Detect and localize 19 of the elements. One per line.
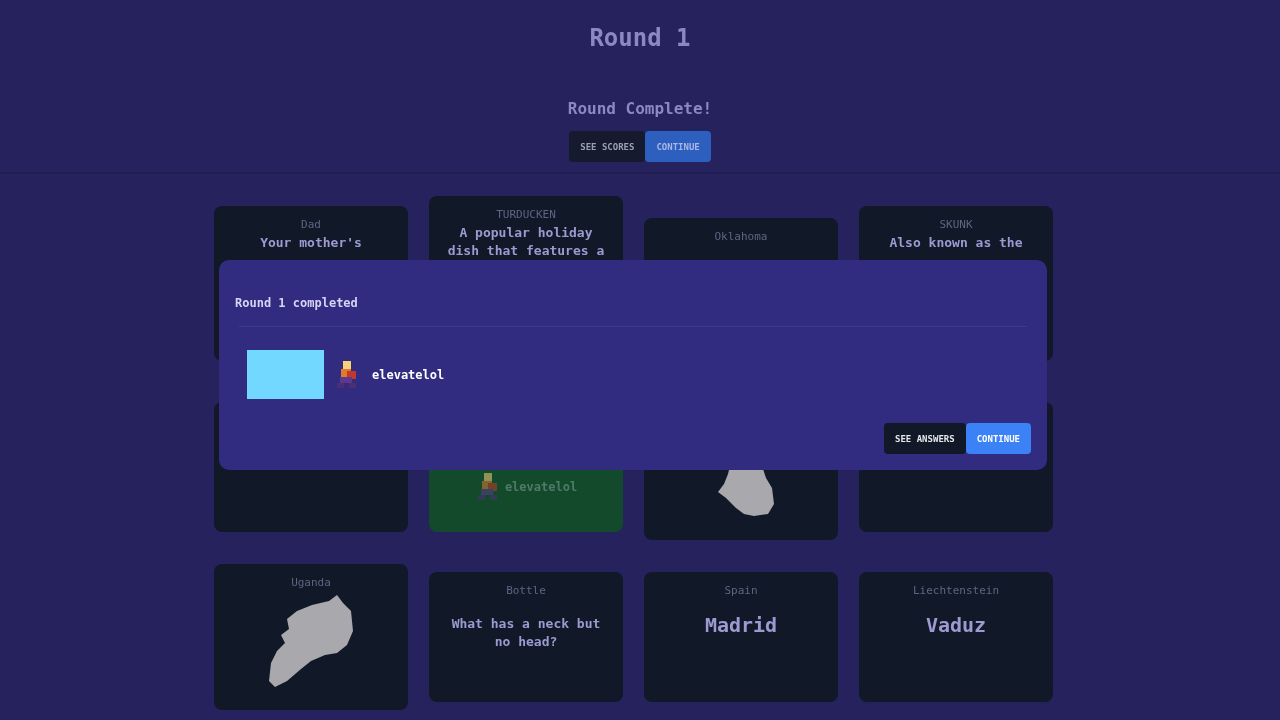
clue-text: Your mother's <box>260 233 362 252</box>
page-title: Round 1 <box>589 24 691 52</box>
round-status: Round Complete! <box>567 99 713 118</box>
category-label: Spain <box>724 584 758 597</box>
player-name: elevatelol <box>504 480 578 494</box>
category-label: Oklahoma <box>714 230 768 243</box>
category-label: Liechtenstein <box>912 584 1000 597</box>
clue-text: A popular holiday dish that features a <box>446 224 606 260</box>
category-label: SKUNK <box>939 217 973 231</box>
category-label: Uganda <box>291 576 331 589</box>
answer-text: Madrid <box>704 613 778 637</box>
clue-text: Also known as the <box>889 233 1023 252</box>
category-label: Bottle <box>506 584 546 597</box>
player-name: elevatelol <box>372 367 445 382</box>
dialog-title: Round 1 completed <box>235 296 359 310</box>
category-label: Dad <box>301 217 321 231</box>
category-label: TURDUCKEN <box>496 208 556 221</box>
answer-text: Vaduz <box>925 613 987 637</box>
clue-text: What has a neck but no head? <box>450 615 602 651</box>
